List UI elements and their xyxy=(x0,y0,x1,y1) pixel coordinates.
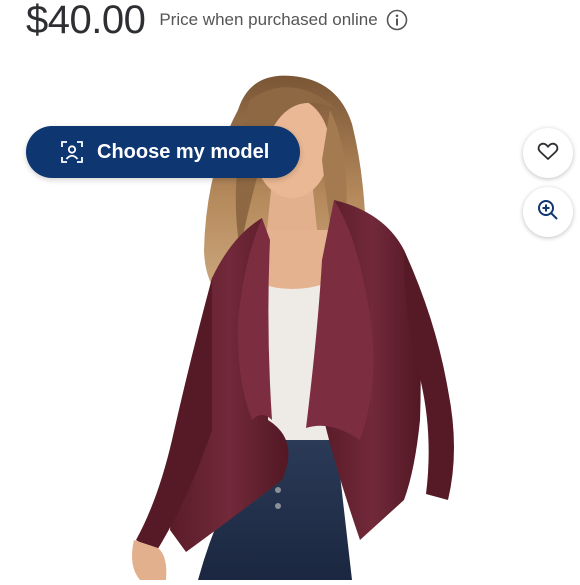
choose-my-model-button[interactable]: Choose my model xyxy=(26,126,300,178)
price-row: $40.00 Price when purchased online xyxy=(26,0,408,40)
price-note: Price when purchased online xyxy=(159,10,378,29)
person-scan-icon xyxy=(60,140,84,164)
heart-icon xyxy=(536,139,560,168)
choose-my-model-label: Choose my model xyxy=(97,140,270,163)
info-icon[interactable] xyxy=(386,9,408,31)
zoom-button[interactable] xyxy=(523,187,573,237)
zoom-in-icon xyxy=(536,198,560,227)
favorite-button[interactable] xyxy=(523,128,573,178)
product-price: $40.00 xyxy=(26,0,146,42)
